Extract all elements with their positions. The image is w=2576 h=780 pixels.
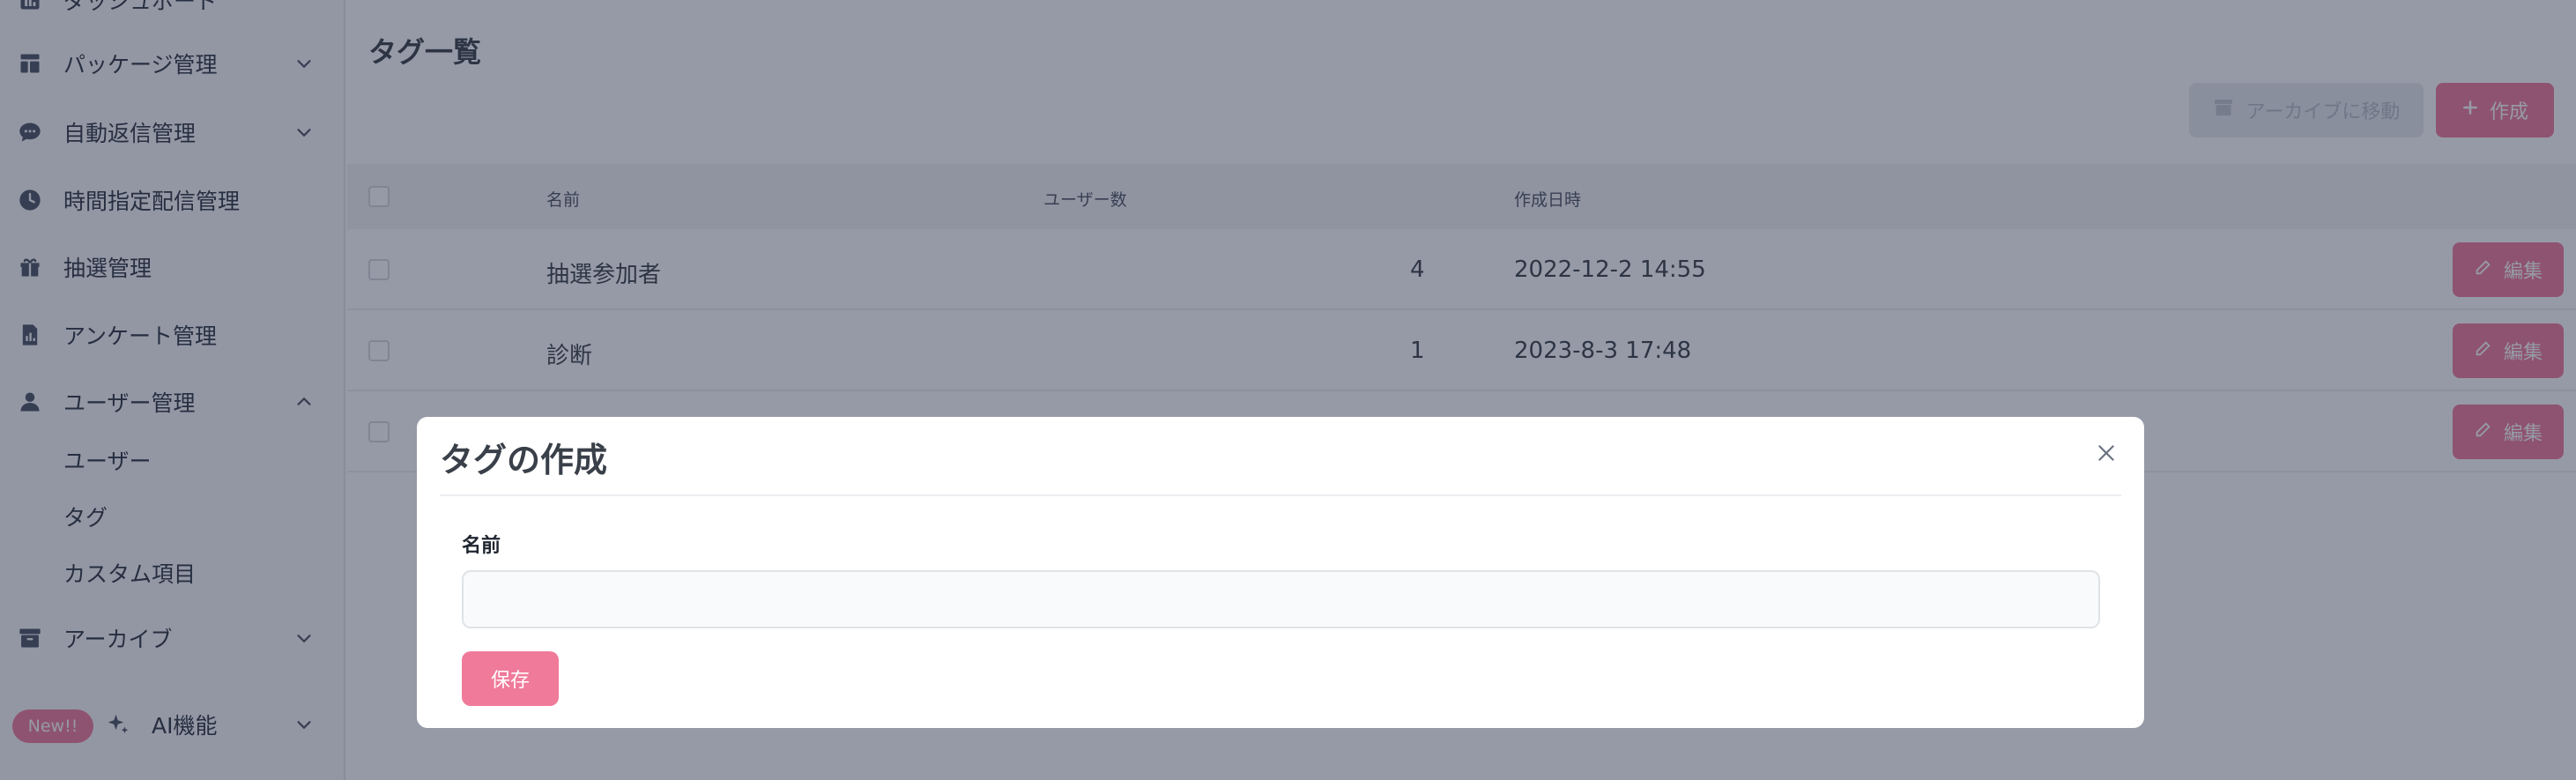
modal-title: タグの作成: [440, 441, 608, 479]
save-button[interactable]: 保存: [462, 651, 559, 706]
create-tag-modal: タグの作成 名前 保存: [417, 417, 2144, 728]
name-field-label: 名前: [462, 535, 501, 557]
close-icon[interactable]: [2091, 438, 2121, 468]
name-input[interactable]: [462, 570, 2100, 628]
modal-divider: [440, 494, 2121, 496]
